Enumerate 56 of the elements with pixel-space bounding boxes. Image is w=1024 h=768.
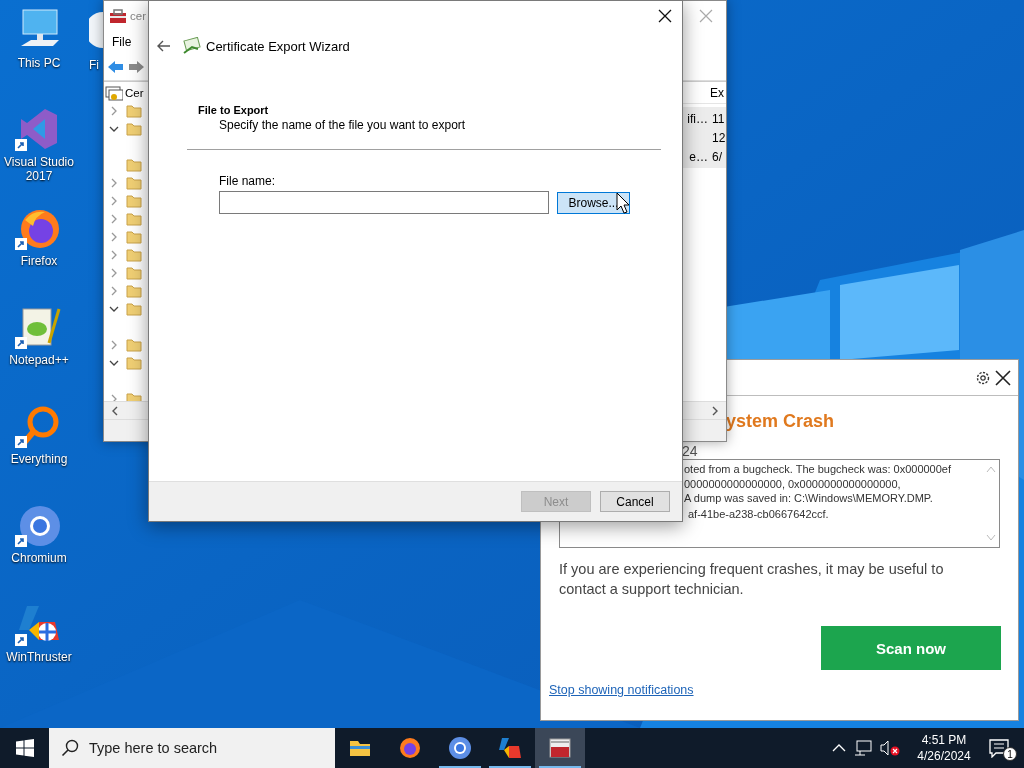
file-name-field[interactable] — [219, 191, 549, 214]
page-heading: File to Export — [198, 104, 270, 116]
back-arrow-icon[interactable] — [156, 38, 172, 54]
search-icon — [61, 739, 79, 757]
forward-arrow-icon[interactable] — [128, 59, 145, 74]
table-cell: 11 — [712, 111, 725, 126]
back-arrow-icon[interactable] — [107, 59, 124, 74]
toolbox-icon[interactable] — [548, 736, 572, 760]
cancel-button[interactable]: Cancel — [600, 491, 670, 512]
scroll-left-icon[interactable] — [110, 405, 120, 416]
notification-title: ystem Crash — [726, 410, 836, 432]
desktop-icon-label[interactable]: Fi — [89, 58, 99, 72]
notification-center-icon[interactable] — [988, 738, 1010, 758]
window-title: cer — [130, 10, 146, 22]
notification-date: 24 — [682, 443, 699, 459]
scroll-right-icon[interactable] — [710, 405, 720, 416]
fox-globe-icon[interactable] — [398, 736, 422, 760]
details-line: A dump was saved in: C:\Windows\MEMORY.DMP. — [684, 491, 933, 506]
table-cell: 12 — [712, 130, 726, 145]
desktop-icon-label[interactable]: Chromium — [2, 551, 76, 565]
details-line: oted from a bugcheck. The bugcheck was: 0x000000ef — [684, 462, 952, 477]
clock-time[interactable]: 4:51 PM — [921, 732, 967, 748]
desktop-icon-label[interactable]: WinThruster — [2, 650, 76, 664]
search-field[interactable]: Type here to search — [49, 728, 335, 768]
details-line: af-41be-a238-cb0667642ccf. — [688, 506, 829, 521]
desktop-icon-label[interactable]: Notepad++ — [2, 353, 76, 367]
search-placeholder: Type here to search — [89, 740, 218, 756]
tree-item[interactable]: Cer — [125, 87, 144, 99]
table-cell: 6/ — [712, 149, 722, 164]
desktop-icon-label[interactable]: This PC — [2, 56, 76, 70]
page-subheading: Specify the name of the file you want to export — [219, 118, 467, 132]
table-cell: e… — [689, 149, 708, 164]
winthruster-icon[interactable] — [498, 736, 522, 760]
stop-notifications-link[interactable]: Stop showing notifications — [549, 683, 694, 697]
windows-start-icon[interactable] — [15, 739, 34, 757]
certificate-icon — [182, 37, 202, 55]
notification-message: If you are experiencing frequent crashes, it may be useful to contact a support technician. — [559, 560, 945, 599]
desktop-icon-label[interactable]: Firefox — [2, 254, 76, 268]
desktop-icon-label[interactable]: Everything — [2, 452, 76, 466]
scan-now-button[interactable]: Scan now — [821, 626, 1001, 670]
menu-item[interactable]: File — [112, 35, 132, 49]
speaker-muted-icon[interactable] — [880, 740, 900, 756]
chromium-icon[interactable] — [448, 736, 472, 760]
clock-date[interactable]: 4/26/2024 — [917, 748, 971, 764]
field-label: File name: — [219, 174, 277, 188]
close-icon[interactable] — [994, 368, 1012, 387]
desktop-icon-label[interactable]: Visual Studio 2017 — [2, 155, 76, 183]
table-cell: ifi… — [687, 111, 708, 126]
browse-button[interactable]: Browse... — [557, 191, 630, 214]
wizard-title: Certificate Export Wizard — [206, 38, 350, 54]
notification-count-badge: 1 — [1003, 747, 1017, 761]
mouse-pointer-icon — [616, 192, 630, 214]
toolbox-icon — [109, 8, 127, 24]
details-line: 0000000000000000, 0x0000000000000000, — [684, 476, 901, 491]
chevron-up-icon[interactable] — [832, 743, 846, 753]
network-icon[interactable] — [854, 740, 872, 756]
